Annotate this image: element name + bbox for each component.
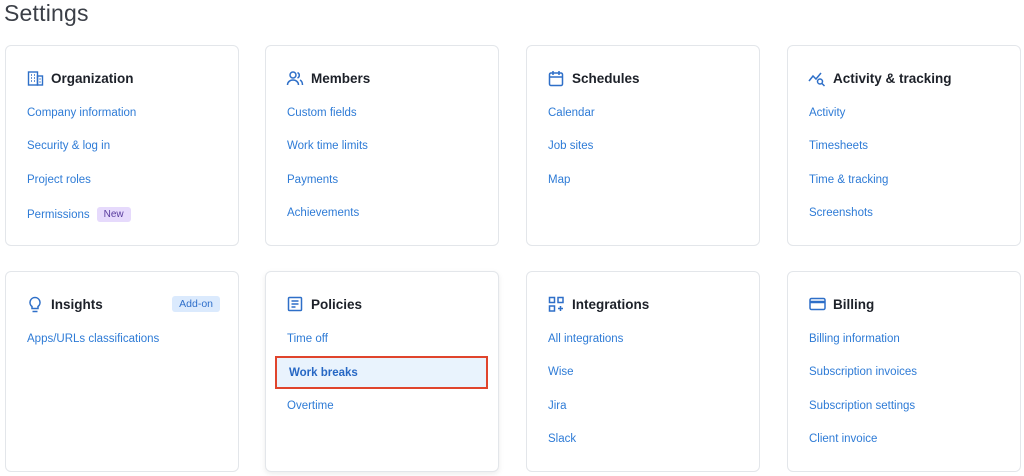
card-header: Members: [286, 68, 480, 88]
link-calendar[interactable]: Calendar: [548, 107, 595, 119]
grid-plus-icon: [547, 295, 565, 313]
link-billing-information[interactable]: Billing information: [809, 333, 900, 345]
link-subscription-invoices[interactable]: Subscription invoices: [809, 366, 917, 378]
new-badge: New: [96, 207, 131, 222]
page-title: Settings: [4, 0, 89, 26]
link-slack[interactable]: Slack: [548, 433, 576, 445]
selected-highlight[interactable]: Work breaks: [275, 356, 488, 389]
card-header: Policies: [286, 294, 480, 314]
card-title: Members: [311, 70, 371, 86]
link-overtime[interactable]: Overtime: [287, 400, 334, 412]
card-header: Schedules: [547, 68, 741, 88]
link-jira[interactable]: Jira: [548, 400, 567, 412]
link-time-off[interactable]: Time off: [287, 333, 328, 345]
link-client-invoice[interactable]: Client invoice: [809, 433, 877, 445]
card-title: Policies: [311, 296, 363, 312]
link-permissions-label: Permissions: [27, 208, 90, 221]
activity-chart-icon: [808, 69, 826, 87]
link-subscription-settings[interactable]: Subscription settings: [809, 400, 915, 412]
calendar-icon: [547, 69, 565, 87]
card-title: Insights: [51, 296, 103, 312]
lightbulb-icon: [26, 295, 44, 313]
link-achievements[interactable]: Achievements: [287, 207, 359, 219]
card-insights: Insights Add-on Apps/URLs classification…: [5, 271, 239, 472]
link-all-integrations[interactable]: All integrations: [548, 333, 623, 345]
link-wise[interactable]: Wise: [548, 366, 574, 378]
link-custom-fields[interactable]: Custom fields: [287, 107, 357, 119]
addon-badge: Add-on: [172, 296, 220, 312]
link-apps-urls-classifications[interactable]: Apps/URLs classifications: [27, 333, 159, 345]
card-header: Activity & tracking: [808, 68, 1002, 88]
card-title: Organization: [51, 70, 134, 86]
card-header: Integrations: [547, 294, 741, 314]
link-work-breaks[interactable]: Work breaks: [289, 367, 358, 379]
card-integrations: Integrations All integrations Wise Jira …: [526, 271, 760, 472]
building-icon: [26, 69, 44, 87]
card-title: Integrations: [572, 296, 650, 312]
link-project-roles[interactable]: Project roles: [27, 174, 91, 186]
link-work-time-limits[interactable]: Work time limits: [287, 140, 368, 152]
credit-card-icon: [808, 295, 826, 313]
card-header: Billing: [808, 294, 1002, 314]
card-billing: Billing Billing information Subscription…: [787, 271, 1021, 472]
link-permissions[interactable]: Permissions New: [27, 207, 131, 222]
link-map[interactable]: Map: [548, 174, 570, 186]
link-timesheets[interactable]: Timesheets: [809, 140, 868, 152]
link-security-log-in[interactable]: Security & log in: [27, 140, 110, 152]
link-company-information[interactable]: Company information: [27, 107, 136, 119]
link-screenshots[interactable]: Screenshots: [809, 207, 873, 219]
users-icon: [286, 69, 304, 87]
document-icon: [286, 295, 304, 313]
link-payments[interactable]: Payments: [287, 174, 338, 186]
card-members: Members Custom fields Work time limits P…: [265, 45, 499, 246]
card-title: Activity & tracking: [833, 70, 952, 86]
card-schedules: Schedules Calendar Job sites Map: [526, 45, 760, 246]
card-organization: Organization Company information Securit…: [5, 45, 239, 246]
link-time-tracking[interactable]: Time & tracking: [809, 174, 888, 186]
card-activity-tracking: Activity & tracking Activity Timesheets …: [787, 45, 1021, 246]
card-title: Billing: [833, 296, 875, 312]
card-header: Organization: [26, 68, 220, 88]
card-title: Schedules: [572, 70, 640, 86]
link-activity[interactable]: Activity: [809, 107, 845, 119]
card-header: Insights Add-on: [26, 294, 220, 314]
card-policies: Policies Time off Work breaks Overtime: [265, 271, 499, 472]
link-job-sites[interactable]: Job sites: [548, 140, 593, 152]
